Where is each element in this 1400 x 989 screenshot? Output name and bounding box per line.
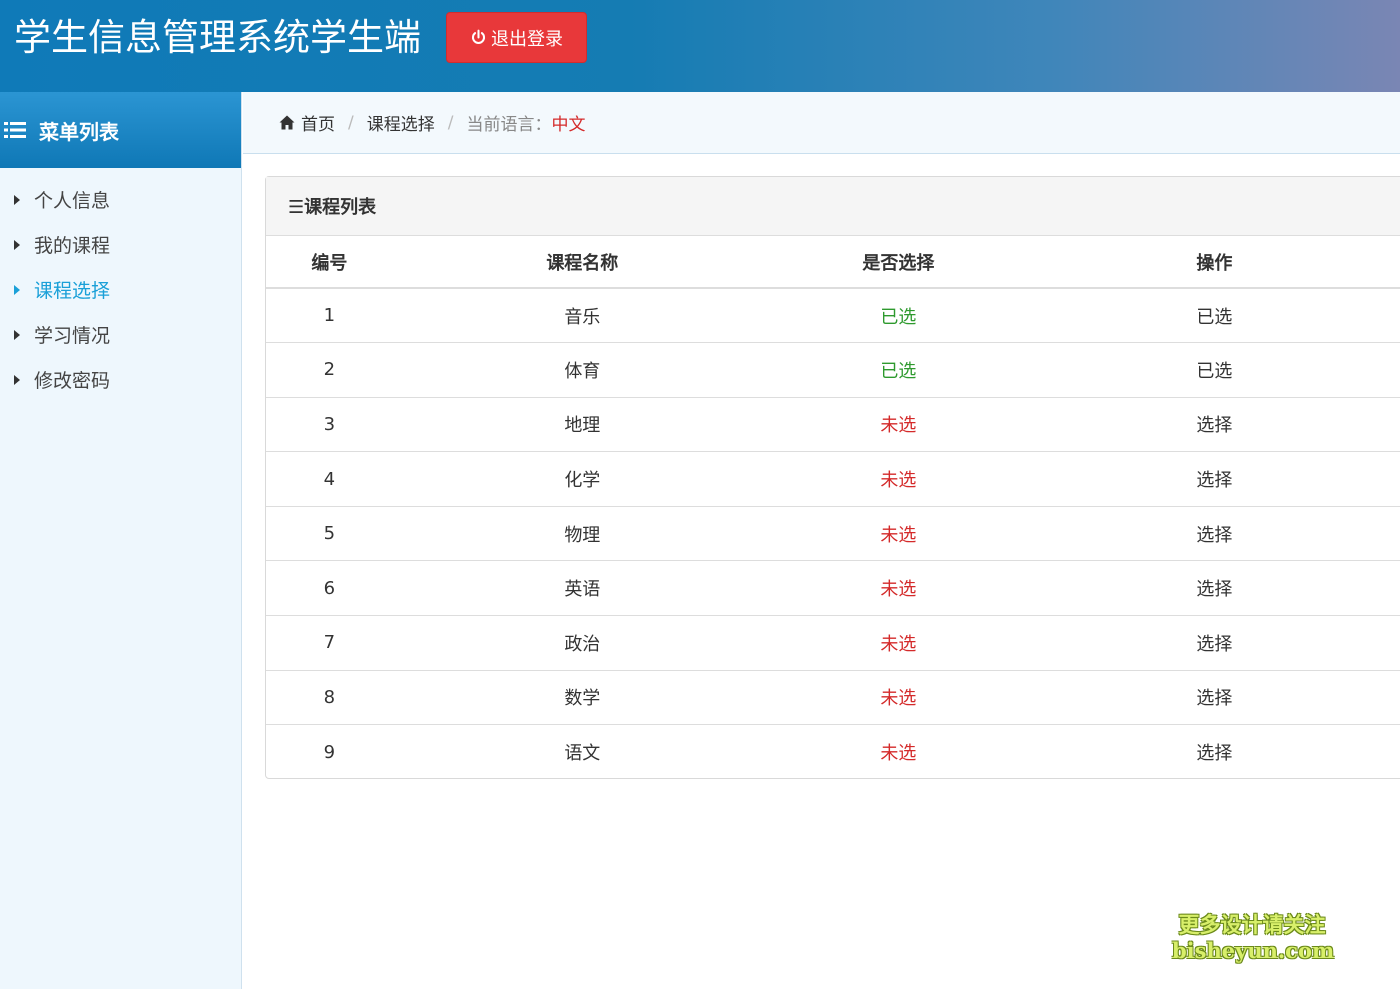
caret-right-icon: [14, 284, 20, 295]
cell-id: 8: [266, 670, 393, 726]
cell-status: 已选: [771, 342, 1025, 398]
cell-status: 未选: [771, 397, 1025, 453]
select-course-link[interactable]: 选择: [1024, 397, 1400, 453]
cell-course-name: 英语: [392, 560, 772, 617]
table-row: 3 地理 未选 选择: [266, 397, 1400, 453]
cell-action: 已选: [1024, 288, 1400, 344]
breadcrumb-home-link[interactable]: 首页: [301, 110, 335, 135]
cell-id: 6: [266, 560, 393, 617]
sidebar-heading: 菜单列表: [0, 92, 241, 168]
sidebar-item-label: 修改密码: [34, 370, 111, 392]
select-course-link[interactable]: 选择: [1024, 615, 1400, 671]
sidebar-item-label: 我的课程: [34, 235, 111, 257]
caret-right-icon: [14, 239, 20, 250]
cell-course-name: 化学: [392, 451, 772, 507]
top-header: 学生信息管理系统学生端 退出登录: [0, 0, 1400, 92]
column-header-selected: 是否选择: [771, 236, 1025, 289]
table-header-row: 编号 课程名称 是否选择 操作: [266, 236, 1400, 289]
table-row: 6 英语 未选 选择: [266, 560, 1400, 617]
logout-label: 退出登录: [491, 28, 563, 50]
sidebar-item-my-courses[interactable]: 我的课程: [0, 222, 241, 267]
table-row: 4 化学 未选 选择: [266, 451, 1400, 507]
cell-id: 9: [323, 741, 336, 763]
course-table: 编号 课程名称 是否选择 操作 1 音乐 已选 已选 2 体育 已选 已选 3 …: [266, 236, 1400, 779]
cell-status: 未选: [771, 451, 1025, 507]
cell-id: 1: [266, 288, 393, 344]
caret-right-icon: [14, 329, 20, 340]
cell-course-name: 地理: [392, 397, 772, 453]
cell-status: 未选: [771, 670, 1025, 726]
watermark: 更多设计请关注 bisheyun.com: [1172, 912, 1335, 964]
cell-status: 未选: [771, 506, 1025, 562]
cell-id: 3: [266, 397, 393, 453]
table-row: 9 语文 未选 选择: [266, 725, 1400, 780]
table-row: 1 音乐 已选 已选: [266, 288, 1400, 344]
select-course-link[interactable]: 选择: [1024, 670, 1400, 726]
select-course-link[interactable]: 选择: [1025, 725, 1400, 780]
sidebar-item-study-status[interactable]: 学习情况: [0, 312, 241, 357]
cell-course-name: 音乐: [392, 288, 772, 344]
cell-course-name: 数学: [392, 670, 772, 726]
watermark-line-2: bisheyun.com: [1172, 938, 1335, 963]
table-row: 8 数学 未选 选择: [266, 670, 1400, 726]
cell-action: 已选: [1024, 342, 1400, 398]
sidebar: 菜单列表 个人信息 我的课程 课程选择 学习情况 修改密码: [0, 92, 242, 989]
sidebar-item-label: 个人信息: [34, 190, 111, 212]
caret-right-icon: [14, 194, 20, 205]
language-value[interactable]: 中文: [551, 110, 585, 135]
language-label: 当前语言：: [466, 115, 552, 135]
cell-id: 5: [266, 506, 393, 562]
sidebar-heading-label: 菜单列表: [39, 119, 119, 144]
watermark-line-1: 更多设计请关注: [1178, 913, 1326, 937]
breadcrumb-separator: /: [348, 112, 354, 133]
app-title: 学生信息管理系统学生端: [14, 16, 421, 59]
column-header-id: 编号: [266, 236, 393, 289]
sidebar-item-personal-info[interactable]: 个人信息: [0, 177, 241, 222]
breadcrumb-separator: /: [447, 112, 454, 133]
sidebar-item-change-password[interactable]: 修改密码: [0, 357, 241, 402]
power-icon: [472, 29, 485, 44]
table-row: 7 政治 未选 选择: [266, 615, 1400, 671]
breadcrumb-current[interactable]: 课程选择: [367, 110, 435, 135]
cell-status: 未选: [771, 560, 1025, 617]
cell-course-name: 语文: [564, 743, 601, 765]
select-course-link[interactable]: 选择: [1024, 506, 1400, 562]
sidebar-menu: 个人信息 我的课程 课程选择 学习情况 修改密码: [0, 177, 241, 402]
select-course-link[interactable]: 选择: [1024, 451, 1400, 507]
cell-status: 未选: [771, 615, 1025, 671]
breadcrumb: 首页 / 课程选择 / 当前语言： 中文: [243, 92, 1400, 154]
sidebar-item-label: 课程选择: [34, 280, 111, 302]
cell-status: 未选: [880, 743, 917, 765]
logout-button[interactable]: 退出登录: [446, 12, 587, 63]
sidebar-item-label: 学习情况: [34, 325, 111, 347]
caret-right-icon: [14, 374, 20, 385]
column-header-action: 操作: [1024, 236, 1400, 289]
cell-course-name: 体育: [392, 342, 772, 398]
column-header-course-name: 课程名称: [392, 236, 772, 289]
cell-id: 4: [266, 451, 393, 507]
select-course-link[interactable]: 选择: [1024, 560, 1400, 617]
cell-id: 7: [266, 615, 393, 671]
panel-title: ☰课程列表: [266, 177, 1400, 236]
table-row: 2 体育 已选 已选: [266, 342, 1400, 398]
sidebar-item-course-selection[interactable]: 课程选择: [0, 267, 241, 312]
home-icon: [279, 115, 295, 130]
cell-id: 2: [266, 342, 393, 398]
cell-course-name: 物理: [392, 506, 772, 562]
course-list-panel: ☰课程列表 编号 课程名称 是否选择 操作 1 音乐 已选 已选 2 体育 已选…: [265, 176, 1400, 779]
cell-course-name: 政治: [392, 615, 772, 671]
cell-status: 已选: [771, 288, 1025, 344]
table-row: 5 物理 未选 选择: [266, 506, 1400, 562]
list-icon: [4, 122, 26, 138]
